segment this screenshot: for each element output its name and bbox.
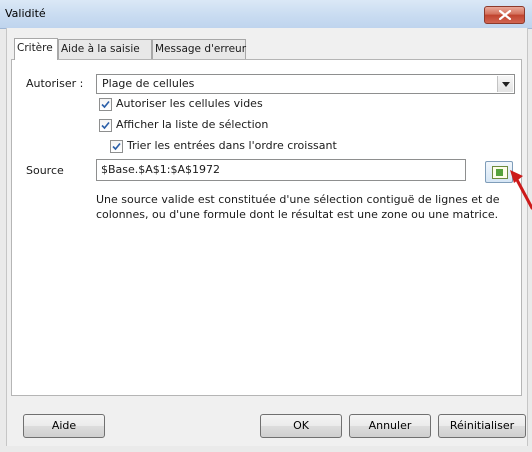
sort-ascending-checkbox[interactable] bbox=[110, 140, 123, 153]
cancel-button[interactable]: Annuler bbox=[349, 414, 431, 438]
ok-button[interactable]: OK bbox=[260, 414, 342, 438]
shrink-dialog-icon bbox=[492, 166, 508, 179]
tab-error-message[interactable]: Message d'erreur bbox=[152, 39, 246, 59]
allow-empty-cells-checkbox[interactable] bbox=[99, 98, 112, 111]
checkmark-icon bbox=[101, 100, 110, 109]
show-selection-list-checkbox[interactable] bbox=[99, 119, 112, 132]
source-input-value: $Base.$A$1:$A$1972 bbox=[101, 163, 221, 176]
sort-ascending-label: Trier les entrées dans l'ordre croissant bbox=[127, 139, 337, 152]
allow-select-value: Plage de cellules bbox=[102, 77, 195, 90]
allow-select-dropdown-button[interactable] bbox=[497, 76, 513, 92]
allow-select[interactable]: Plage de cellules bbox=[96, 74, 515, 94]
window-title: Validité bbox=[5, 7, 46, 20]
close-icon bbox=[499, 10, 511, 20]
show-selection-list-label: Afficher la liste de sélection bbox=[116, 118, 269, 131]
checkmark-icon bbox=[112, 142, 121, 151]
source-input[interactable]: $Base.$A$1:$A$1972 bbox=[96, 159, 466, 181]
tab-input-help[interactable]: Aide à la saisie bbox=[58, 39, 152, 59]
source-label: Source bbox=[26, 164, 64, 177]
tab-error-message-label: Message d'erreur bbox=[155, 43, 247, 55]
title-bar: Validité bbox=[0, 0, 532, 29]
close-button[interactable] bbox=[484, 6, 525, 24]
checkmark-icon bbox=[101, 121, 110, 130]
validity-dialog: Validité Critère Aide à la saisie Messag… bbox=[0, 0, 532, 452]
chevron-down-icon bbox=[502, 82, 510, 87]
tab-criteria-label: Critère bbox=[17, 42, 53, 54]
tab-input-help-label: Aide à la saisie bbox=[61, 43, 140, 55]
reset-button[interactable]: Réinitialiser bbox=[438, 414, 526, 438]
allow-label: Autoriser : bbox=[26, 77, 84, 90]
source-help-text: Une source valide est constituée d'une s… bbox=[96, 193, 500, 221]
criteria-panel bbox=[11, 59, 522, 396]
annotation-arrow bbox=[510, 170, 532, 210]
tab-criteria[interactable]: Critère bbox=[14, 38, 58, 60]
help-button[interactable]: Aide bbox=[23, 414, 105, 438]
allow-empty-cells-label: Autoriser les cellules vides bbox=[116, 97, 263, 110]
